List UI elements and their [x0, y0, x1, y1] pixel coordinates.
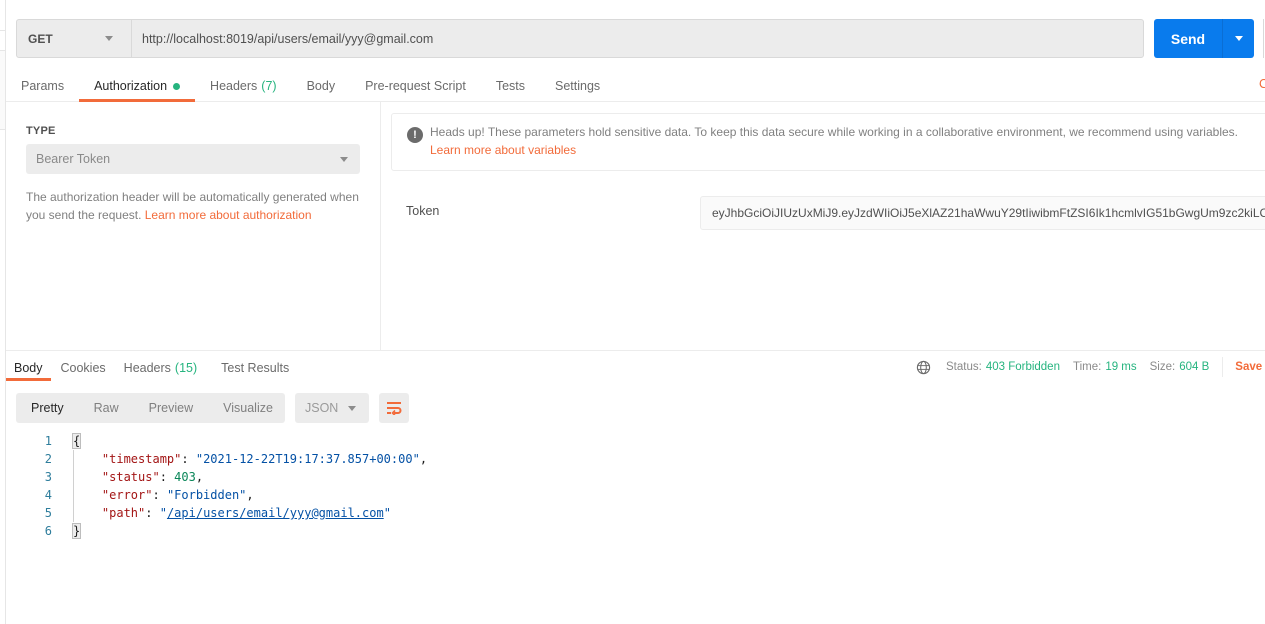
- headers-count: (15): [174, 361, 198, 375]
- view-mode-pretty[interactable]: Pretty: [16, 393, 79, 423]
- json-value: "Forbidden": [166, 488, 247, 502]
- tab-label: Headers: [123, 361, 171, 375]
- tab-label: Body: [14, 361, 43, 375]
- method-label: GET: [28, 31, 53, 46]
- json-key: "path": [101, 506, 146, 520]
- send-button[interactable]: Send: [1154, 19, 1223, 58]
- tab-label: Cookies: [60, 361, 106, 375]
- divider: [1222, 357, 1224, 377]
- response-meta: Status: 403 Forbidden Time: 19 ms Size: …: [916, 357, 1262, 377]
- sensitive-data-notice: ! Heads up! These parameters hold sensit…: [391, 113, 1265, 171]
- code-line: 6}: [6, 522, 706, 540]
- auth-description: The authorization header will be automat…: [26, 188, 366, 224]
- tab-label: Settings: [555, 79, 601, 93]
- code-line: 2 "timestamp": "2021-12-22T19:17:37.857+…: [6, 450, 706, 468]
- code-line: 1{: [6, 432, 706, 450]
- tab-settings[interactable]: Settings: [540, 71, 615, 101]
- learn-more-variables-link[interactable]: Learn more about variables: [430, 143, 576, 157]
- status-value[interactable]: 403 Forbidden: [986, 361, 1060, 373]
- request-bar: GET http://localhost:8019/api/users/emai…: [16, 19, 1144, 58]
- open-brace: {: [71, 433, 82, 449]
- view-mode-visualize[interactable]: Visualize: [208, 393, 288, 423]
- tab-pre-request-script[interactable]: Pre-request Script: [350, 71, 481, 101]
- tab-body[interactable]: Body: [292, 71, 351, 101]
- save-response-button[interactable]: Save: [1235, 361, 1262, 373]
- auth-type-panel: TYPE Bearer Token The authorization head…: [6, 102, 381, 350]
- code-line: 4 "error": "Forbidden",: [6, 486, 706, 504]
- token-label: Token: [406, 204, 440, 218]
- json-value: "2021-12-22T19:17:37.857+00:00": [195, 452, 420, 466]
- send-options-button[interactable]: [1223, 19, 1254, 58]
- line-number: 3: [44, 470, 52, 484]
- sidebar-item-edge: [0, 50, 5, 130]
- tab-authorization[interactable]: Authorization: [79, 71, 196, 102]
- pane-divider[interactable]: [6, 350, 1265, 351]
- type-label: TYPE: [26, 125, 56, 137]
- chevron-down-icon: [1234, 36, 1243, 41]
- tab-label: Body: [306, 79, 336, 93]
- response-tabs: Body Cookies Headers (15) Test Results: [6, 355, 297, 381]
- view-mode-group: Pretty Raw Preview Visualize: [16, 393, 285, 423]
- time-value[interactable]: 19 ms: [1105, 361, 1136, 373]
- auth-type-select[interactable]: Bearer Token: [26, 144, 360, 174]
- line-number: 6: [44, 524, 52, 538]
- response-tab-body[interactable]: Body: [6, 355, 51, 381]
- json-key: "timestamp": [101, 452, 182, 466]
- size-label: Size:: [1149, 361, 1176, 373]
- send-button-group: Send: [1154, 19, 1254, 58]
- wrap-lines-icon: [387, 402, 402, 415]
- line-number: 1: [44, 434, 52, 448]
- tab-headers[interactable]: Headers (7): [195, 71, 292, 101]
- response-tab-test-results[interactable]: Test Results: [213, 355, 297, 381]
- cookies-link[interactable]: C: [1259, 77, 1265, 91]
- view-mode-preview[interactable]: Preview: [134, 393, 208, 423]
- request-tabs: Params Authorization Headers (7) Body Pr…: [6, 71, 1265, 102]
- line-number: 4: [44, 488, 52, 502]
- tab-label: Tests: [495, 79, 525, 93]
- tab-tests[interactable]: Tests: [481, 71, 540, 101]
- learn-more-authorization-link[interactable]: Learn more about authorization: [145, 208, 312, 222]
- tab-params[interactable]: Params: [6, 71, 79, 101]
- auth-type-value: Bearer Token: [36, 152, 111, 166]
- code-line: 3 "status": 403,: [6, 468, 706, 486]
- close-brace: }: [71, 523, 82, 539]
- headers-count: (7): [261, 79, 277, 93]
- line-number: 5: [44, 506, 52, 520]
- url-input[interactable]: http://localhost:8019/api/users/email/yy…: [132, 20, 1143, 57]
- language-value: JSON: [305, 401, 339, 415]
- tab-label: Pre-request Script: [365, 79, 466, 93]
- response-body-editor[interactable]: 1{ 2 "timestamp": "2021-12-22T19:17:37.8…: [6, 432, 706, 540]
- tab-label: Test Results: [221, 361, 290, 375]
- sidebar-divider: [0, 30, 5, 31]
- json-path-link[interactable]: /api/users/email/yyy@gmail.com: [167, 506, 384, 520]
- status-label: Status:: [946, 361, 982, 373]
- code-line: 5 "path": "/api/users/email/yyy@gmail.co…: [6, 504, 706, 522]
- json-key: "status": [101, 470, 160, 484]
- json-key: "error": [101, 488, 153, 502]
- time-label: Time:: [1072, 361, 1102, 373]
- globe-icon[interactable]: [916, 360, 931, 375]
- view-mode-raw[interactable]: Raw: [79, 393, 134, 423]
- json-value: 403: [174, 470, 196, 484]
- alert-icon: !: [407, 127, 423, 143]
- chevron-down-icon: [348, 405, 356, 411]
- method-select[interactable]: GET: [17, 20, 132, 57]
- language-select[interactable]: JSON: [295, 393, 369, 423]
- tab-label: Headers: [210, 79, 258, 93]
- tab-label: Params: [21, 79, 65, 93]
- size-value[interactable]: 604 B: [1179, 361, 1209, 373]
- chevron-down-icon: [105, 36, 113, 41]
- active-indicator-dot-icon: [173, 82, 181, 90]
- notice-text: Heads up! These parameters hold sensitiv…: [430, 125, 1238, 139]
- token-input[interactable]: eyJhbGciOiJIUzUxMiJ9.eyJzdWIiOiJ5eXlAZ21…: [700, 196, 1265, 230]
- tab-label: Authorization: [94, 79, 168, 93]
- chevron-down-icon: [340, 156, 348, 162]
- line-number: 2: [44, 452, 52, 466]
- wrap-lines-button[interactable]: [379, 393, 409, 423]
- response-tab-cookies[interactable]: Cookies: [53, 355, 114, 381]
- response-tab-headers[interactable]: Headers (15): [116, 355, 205, 381]
